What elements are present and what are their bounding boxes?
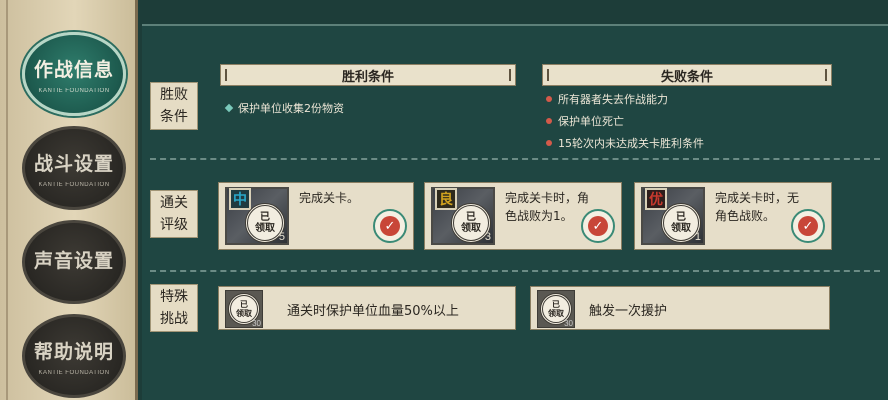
dot-bullet-icon: [546, 118, 552, 124]
rating-card-good[interactable]: 良 已领取 3 完成关卡时，角色战败为1。 ✓: [424, 182, 622, 250]
win-condition-item: 保护单位收集2份物资: [224, 100, 344, 116]
row-label-line: 挑战: [160, 311, 188, 327]
grade-badge: 良: [435, 188, 457, 210]
menu-sub-label: KANTIE FOUNDATION: [38, 181, 110, 188]
challenge-text: 通关时保护单位血量50%以上: [287, 303, 459, 319]
win-condition-text: 保护单位收集2份物资: [238, 102, 344, 115]
lose-conditions-header: 失败条件: [542, 64, 832, 86]
seal-text: 已: [260, 212, 270, 223]
seal-text: 领取: [461, 223, 481, 234]
diamond-bullet-icon: [224, 103, 234, 113]
menu-help-button[interactable]: 帮助说明 KANTIE FOUNDATION: [22, 314, 126, 398]
row-label-line: 特殊: [160, 289, 188, 305]
special-challenge-item[interactable]: 已领取 30 通关时保护单位血量50%以上: [218, 286, 516, 330]
lose-condition-text: 保护单位死亡: [558, 115, 624, 128]
challenge-text: 触发一次援护: [589, 303, 668, 319]
rating-requirement-text: 完成关卡。: [299, 191, 360, 205]
row-label-line: 通关: [160, 195, 188, 211]
row-label-line: 条件: [160, 109, 188, 125]
reward-item-thumbnail: 已领取 30: [225, 290, 263, 328]
grade-badge: 优: [645, 188, 667, 210]
reward-count: 5: [278, 231, 285, 243]
menu-battle-settings-button[interactable]: 战斗设置 KANTIE FOUNDATION: [22, 126, 126, 210]
rating-card-excellent[interactable]: 优 已领取 1 完成关卡时，无角色战败。 ✓: [634, 182, 832, 250]
reward-item-thumbnail: 已领取 30: [537, 290, 575, 328]
menu-label: 帮助说明: [33, 340, 114, 363]
win-conditions-header: 胜利条件: [220, 64, 516, 86]
lose-condition-item: 所有器者失去作战能力: [546, 91, 668, 107]
seal-text: 领取: [236, 308, 252, 318]
menu-label: 声音设置: [33, 249, 114, 272]
lose-condition-text: 所有器者失去作战能力: [558, 93, 668, 106]
grade-badge: 中: [229, 188, 251, 210]
row-divider: [150, 270, 880, 272]
seal-text: 已: [676, 212, 686, 223]
dot-bullet-icon: [546, 96, 552, 102]
rating-requirement-text: 完成关卡时，角色战败为1。: [505, 191, 590, 223]
lose-condition-item: 15轮次内未达成关卡胜利条件: [546, 135, 704, 151]
row-label-line: 评级: [160, 217, 188, 233]
special-row-label: 特殊 挑战: [150, 284, 198, 332]
reward-item-thumbnail: 良 已领取 3: [431, 187, 495, 245]
reward-count: 30: [252, 319, 261, 328]
conditions-row-label: 胜败 条件: [150, 82, 198, 130]
menu-sub-label: KANTIE FOUNDATION: [38, 87, 110, 94]
row-divider: [150, 158, 880, 160]
reward-count: 3: [484, 231, 491, 243]
rating-requirement-text: 完成关卡时，无角色战败。: [715, 191, 800, 223]
completed-stamp-icon: ✓: [581, 209, 615, 243]
menu-battle-info-button[interactable]: 作战信息 KANTIE FOUNDATION: [22, 32, 126, 116]
rating-row-label: 通关 评级: [150, 190, 198, 238]
dot-bullet-icon: [546, 140, 552, 146]
menu-sound-settings-button[interactable]: 声音设置: [22, 220, 126, 304]
completed-stamp-icon: ✓: [791, 209, 825, 243]
menu-label: 战斗设置: [33, 152, 114, 175]
menu-label: 作战信息: [33, 58, 114, 81]
menu-sub-label: KANTIE FOUNDATION: [38, 369, 110, 376]
lose-condition-text: 15轮次内未达成关卡胜利条件: [558, 137, 704, 150]
completed-stamp-icon: ✓: [373, 209, 407, 243]
seal-text: 领取: [255, 223, 275, 234]
seal-text: 领取: [548, 308, 564, 318]
lose-condition-item: 保护单位死亡: [546, 113, 624, 129]
seal-text: 已: [466, 212, 476, 223]
reward-item-thumbnail: 优 已领取 1: [641, 187, 705, 245]
special-challenge-item[interactable]: 已领取 30 触发一次援护: [530, 286, 830, 330]
reward-item-thumbnail: 中 已领取 5: [225, 187, 289, 245]
seal-text: 领取: [671, 223, 691, 234]
reward-count: 30: [564, 319, 573, 328]
rating-card-medium[interactable]: 中 已领取 5 完成关卡。 ✓: [218, 182, 414, 250]
row-label-line: 胜败: [160, 87, 188, 103]
reward-count: 1: [694, 231, 701, 243]
